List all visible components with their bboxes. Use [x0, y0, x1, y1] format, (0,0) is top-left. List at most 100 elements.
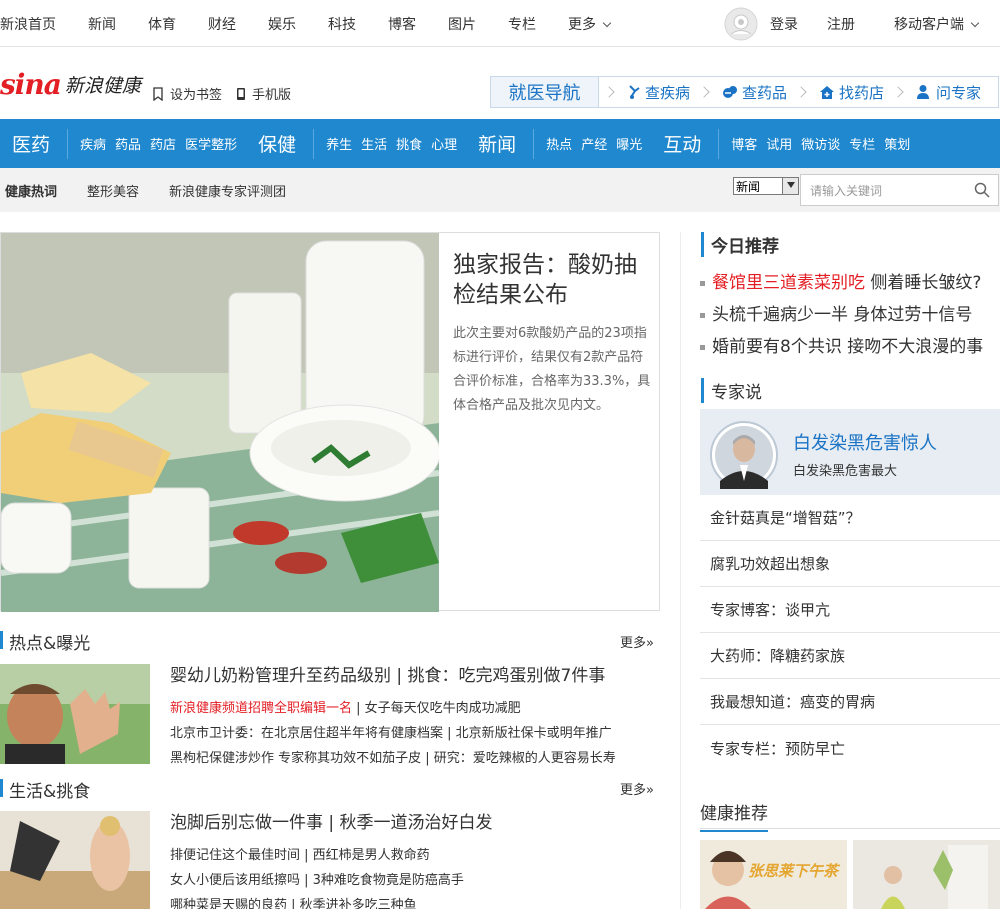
- expert-item-3[interactable]: 专家博客：谈甲亢: [700, 587, 1000, 633]
- nav-divider: [533, 128, 535, 159]
- bookmark-label: 设为书签: [170, 88, 223, 103]
- nav-disease[interactable]: 疾病: [80, 134, 106, 153]
- nav-feature[interactable]: 策划: [884, 134, 910, 153]
- life-main-headline[interactable]: 泡脚后别忘做一件事 | 秋季一道汤治好白发: [170, 808, 493, 833]
- channel-name: 新浪健康: [64, 75, 141, 97]
- top-nav: 新浪首页 新闻 体育 财经 娱乐 科技 博客 图片 专栏 更多: [0, 0, 612, 47]
- today-item-1-highlight[interactable]: 餐馆里三道素菜别吃: [712, 273, 865, 293]
- life-more-label: 更多: [620, 783, 647, 798]
- topnav-column[interactable]: 专栏: [508, 14, 536, 34]
- nav-wellness[interactable]: 养生: [326, 134, 352, 153]
- nav-drug[interactable]: 药品: [115, 134, 141, 153]
- tag-expert-panel[interactable]: 新浪健康专家评测团: [169, 181, 286, 200]
- hot-more-link[interactable]: 更多»: [620, 632, 654, 651]
- topnav-more[interactable]: 更多: [568, 14, 612, 34]
- search-category-select[interactable]: 新闻: [733, 177, 799, 195]
- search-input[interactable]: 请输入关键词: [800, 174, 999, 206]
- hot-news-line-1-rest: | 女子每天仅吃牛肉成功减肥: [352, 701, 521, 716]
- yogurt-cheese-photo[interactable]: [1, 233, 439, 612]
- expert-item-2[interactable]: 腐乳功效超出想象: [700, 541, 1000, 587]
- chevron-right-icon: [892, 86, 904, 98]
- hot-news-line-2[interactable]: 北京市卫计委：在北京居住超半年将有健康档案 | 北京新版社保卡或明年推广: [170, 722, 612, 741]
- nav-healthcare[interactable]: 保健: [258, 130, 296, 157]
- expert-item-4[interactable]: 大药师：降糖药家族: [700, 633, 1000, 679]
- nav-psychology[interactable]: 心理: [431, 134, 457, 153]
- bookmark-link[interactable]: 设为书签: [152, 84, 222, 103]
- nav-diet[interactable]: 挑食: [396, 134, 422, 153]
- expert-avatar[interactable]: [710, 421, 778, 489]
- hot-keywords-label: 健康热词: [5, 184, 58, 200]
- topnav-blog[interactable]: 博客: [388, 14, 416, 34]
- guide-medicine-label: 查药品: [742, 83, 788, 102]
- login-link[interactable]: 登录: [770, 14, 798, 34]
- search-icon[interactable]: [974, 182, 990, 198]
- search-placeholder: 请输入关键词: [810, 183, 883, 198]
- guide-medicine[interactable]: 查药品: [722, 82, 787, 103]
- nav-hot[interactable]: 热点: [546, 134, 572, 153]
- disease-icon: [629, 85, 640, 99]
- topnav-tech[interactable]: 科技: [328, 14, 356, 34]
- topnav-sports[interactable]: 体育: [148, 14, 176, 34]
- headline-title[interactable]: 独家报告：酸奶抽检结果公布: [453, 250, 653, 310]
- life-news-photo[interactable]: [0, 811, 150, 909]
- expert-item-6[interactable]: 专家专栏：预防早亡: [700, 725, 1000, 771]
- bookmark-icon: [153, 86, 163, 101]
- today-recommend-title: 今日推荐: [701, 232, 779, 257]
- hot-main-headline[interactable]: 婴幼儿奶粉管理升至药品级别 | 挑食：吃完鸡蛋别做7件事: [170, 661, 605, 686]
- life-news-line-1[interactable]: 排便记住这个最佳时间 | 西红柿是男人救命药: [170, 844, 430, 863]
- hot-news-line-1[interactable]: 新浪健康频道招聘全职编辑一名 | 女子每天仅吃牛肉成功减肥: [170, 697, 521, 716]
- topnav-finance[interactable]: 财经: [208, 14, 236, 34]
- mobile-client-link[interactable]: 移动客户端: [894, 14, 980, 34]
- chevron-down-icon: [602, 18, 612, 27]
- hot-news-line-3[interactable]: 黑枸杞保健涉炒作 专家称其功效不如茄子皮 | 研究：爱吃辣椒的人更容易长寿: [170, 747, 616, 766]
- topnav-news[interactable]: 新闻: [88, 14, 116, 34]
- topnav-home[interactable]: 新浪首页: [0, 14, 56, 34]
- expert-feature-title[interactable]: 白发染黑危害惊人: [793, 429, 937, 455]
- life-more-link[interactable]: 更多»: [620, 779, 654, 798]
- topnav-photo[interactable]: 图片: [448, 14, 476, 34]
- today-item-1[interactable]: 餐馆里三道素菜别吃 侧着睡长皱纹?: [700, 268, 981, 293]
- nav-industry[interactable]: 产经: [581, 134, 607, 153]
- guide-title: 就医导航: [491, 77, 599, 107]
- pill-icon: [723, 86, 738, 98]
- topnav-ent[interactable]: 娱乐: [268, 14, 296, 34]
- today-item-1-rest[interactable]: 侧着睡长皱纹?: [865, 273, 981, 293]
- expert-item-1[interactable]: 金针菇真是“增智菇”？: [700, 495, 1000, 541]
- guide-disease[interactable]: 查疾病: [627, 82, 690, 103]
- column-divider: [680, 232, 681, 909]
- section-title-life: 生活&挑食: [0, 777, 90, 802]
- nav-column[interactable]: 专栏: [849, 134, 875, 153]
- weibo-avatar-icon[interactable]: [724, 7, 758, 41]
- nav-cosmetic[interactable]: 医学整形: [185, 134, 237, 153]
- nav-exposure[interactable]: 曝光: [616, 134, 642, 153]
- nav-blog[interactable]: 博客: [731, 134, 757, 153]
- chevron-down-icon: [970, 18, 980, 27]
- nav-life[interactable]: 生活: [361, 134, 387, 153]
- nav-interactive[interactable]: 互动: [663, 130, 701, 157]
- today-item-2[interactable]: 头梳千遍病少一半 身体过劳十信号: [700, 300, 972, 325]
- guide-ask-expert[interactable]: 问专家: [916, 82, 981, 103]
- mobile-version-link[interactable]: 手机版: [236, 84, 291, 103]
- nav-interview[interactable]: 微访谈: [801, 134, 840, 153]
- expert-item-5[interactable]: 我最想知道：癌变的胃病: [700, 679, 1000, 725]
- double-chevron-icon: »: [646, 783, 654, 798]
- nav-medicine[interactable]: 医药: [12, 130, 50, 157]
- recommend-photo-2[interactable]: [853, 840, 1000, 909]
- recruit-link[interactable]: 新浪健康频道招聘全职编辑一名: [170, 701, 352, 716]
- nav-news[interactable]: 新闻: [478, 130, 516, 157]
- recommend-photo-1[interactable]: 张思莱下午茶: [700, 840, 847, 909]
- chevron-right-icon: [795, 86, 807, 98]
- expert-section-title: 专家说: [701, 378, 762, 403]
- hot-news-photo[interactable]: [0, 664, 150, 764]
- site-logo[interactable]: sina 新浪健康: [0, 68, 141, 101]
- expert-feature[interactable]: 白发染黑危害惊人 白发染黑危害最大: [700, 407, 1000, 495]
- register-link[interactable]: 注册: [827, 14, 855, 34]
- nav-pharmacy[interactable]: 药店: [150, 134, 176, 153]
- guide-pharmacy[interactable]: 找药店: [819, 82, 884, 103]
- life-news-line-2[interactable]: 女人小便后该用纸擦吗 | 3种难吃食物竟是防癌高手: [170, 869, 464, 888]
- search-category-value: 新闻: [736, 179, 761, 194]
- nav-trial[interactable]: 试用: [766, 134, 792, 153]
- life-news-line-3[interactable]: 哪种菜是天赐的良药 | 秋季进补多吃三种鱼: [170, 894, 417, 909]
- tag-cosmetic[interactable]: 整形美容: [87, 181, 139, 200]
- today-item-3[interactable]: 婚前要有8个共识 接吻不大浪漫的事: [700, 332, 983, 357]
